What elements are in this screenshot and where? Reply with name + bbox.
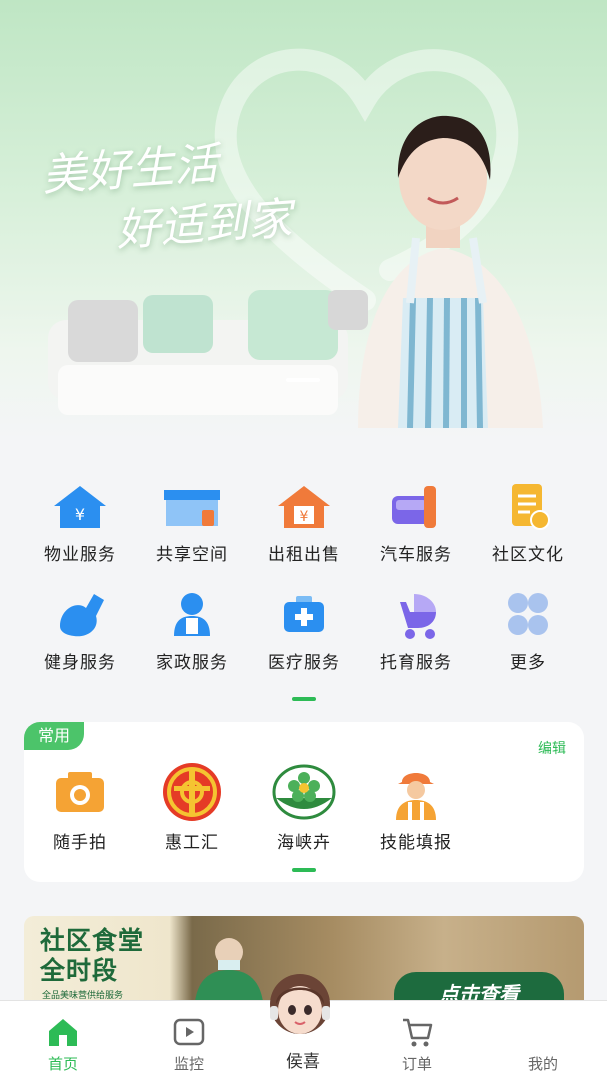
nav-label: 监控 [173, 1055, 204, 1073]
nav-label: 侯喜 [286, 1052, 320, 1072]
common-item-flower[interactable]: 海峡卉 [254, 762, 354, 853]
service-rent-sale[interactable]: ¥ 出租出售 [249, 482, 359, 565]
service-label: 健身服务 [44, 653, 116, 673]
common-tag: 常用 [24, 722, 84, 750]
nav-monitor[interactable]: 监控 [134, 1001, 244, 1080]
service-more[interactable]: 更多 [473, 590, 583, 673]
home-icon [49, 1019, 77, 1046]
nav-label: 订单 [401, 1055, 432, 1073]
service-label: 托育服务 [380, 653, 452, 673]
service-label: 出租出售 [268, 545, 340, 565]
service-property[interactable]: ¥ 物业服务 [25, 482, 135, 565]
nav-label: 我的 [527, 1055, 558, 1073]
common-item-union[interactable]: 惠工汇 [142, 762, 242, 853]
service-label: 汽车服务 [380, 545, 452, 565]
housekeeper-icon [174, 593, 210, 636]
common-page-indicator [292, 868, 316, 872]
video-play-icon [173, 1018, 205, 1046]
service-housekeeping[interactable]: 家政服务 [137, 590, 247, 673]
nav-profile[interactable]: 我的 [488, 1001, 598, 1080]
nav-orders[interactable]: 订单 [362, 1001, 472, 1080]
common-item-label: 随手拍 [53, 833, 107, 853]
service-label: 家政服务 [156, 653, 228, 673]
shared-space-icon [164, 490, 220, 526]
document-check-icon [512, 484, 550, 530]
services-page-indicator [292, 697, 316, 701]
nav-label: 首页 [47, 1055, 78, 1073]
car-wrench-icon [392, 486, 436, 528]
common-item-skill[interactable]: 技能填报 [366, 762, 466, 853]
service-label: 更多 [510, 653, 546, 673]
carousel-indicator [286, 378, 320, 382]
housekeeper-photo [358, 115, 543, 428]
worker-helmet-icon [396, 773, 436, 820]
service-label: 医疗服务 [268, 653, 340, 673]
services-grid: ¥ 物业服务 共享空间 ¥ 出租出售 汽车服务 社区文化 健身服务 家政服务 医… [0, 470, 607, 700]
slogan-line-1: 美好生活 [40, 138, 220, 202]
camera-icon [56, 772, 104, 812]
rent-sale-house-icon: ¥ [278, 486, 330, 528]
service-shared-space[interactable]: 共享空间 [137, 482, 247, 565]
service-car[interactable]: 汽车服务 [361, 482, 471, 565]
ad-title-line-2: 全时段 [40, 956, 119, 985]
common-card: 常用 编辑 随手拍 惠工汇 海峡卉 技能填报 [24, 722, 584, 882]
service-label: 社区文化 [492, 545, 564, 565]
service-label: 共享空间 [156, 545, 228, 565]
ad-title: 社区食堂 全时段 [40, 926, 144, 986]
more-grid-icon [508, 593, 548, 635]
assistant-avatar-icon[interactable] [262, 970, 338, 1040]
service-label: 物业服务 [44, 545, 116, 565]
banner-slogan: 美好生活 好适到家 [40, 130, 294, 267]
svg-text:¥: ¥ [300, 509, 309, 525]
muscle-arm-icon [60, 594, 104, 637]
medical-kit-icon [284, 596, 324, 632]
svg-text:¥: ¥ [75, 505, 85, 524]
baby-stroller-icon [400, 594, 436, 639]
flower-badge-icon [272, 764, 336, 820]
property-house-icon: ¥ [54, 486, 106, 528]
edit-link[interactable]: 编辑 [538, 738, 566, 758]
common-item-label: 技能填报 [380, 833, 452, 853]
cart-icon [403, 1018, 433, 1047]
service-childcare[interactable]: 托育服务 [361, 590, 471, 673]
service-culture[interactable]: 社区文化 [473, 482, 583, 565]
slogan-line-2: 好适到家 [114, 193, 294, 257]
common-item-label: 惠工汇 [165, 833, 219, 853]
common-item-label: 海峡卉 [277, 833, 331, 853]
common-item-photo[interactable]: 随手拍 [30, 762, 130, 853]
ad-title-line-1: 社区食堂 [40, 926, 145, 955]
service-fitness[interactable]: 健身服务 [25, 590, 135, 673]
hero-banner[interactable]: 美好生活 好适到家 [0, 0, 607, 440]
nav-home[interactable]: 首页 [8, 1001, 118, 1080]
union-badge-icon [163, 763, 221, 821]
service-medical[interactable]: 医疗服务 [249, 590, 359, 673]
